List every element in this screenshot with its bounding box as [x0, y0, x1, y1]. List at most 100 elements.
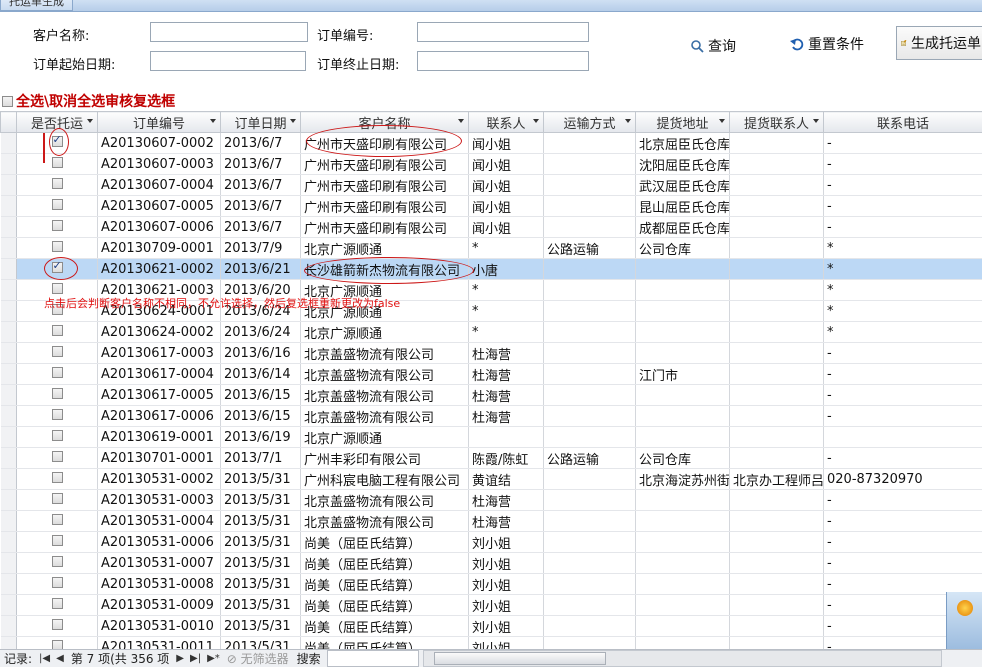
order-no-cell[interactable]: A20130531-0003 — [98, 490, 221, 511]
row-selector[interactable] — [1, 595, 17, 616]
pickup-contact-cell[interactable] — [730, 427, 824, 448]
order-no-cell[interactable]: A20130531-0010 — [98, 616, 221, 637]
transport-cell[interactable] — [544, 343, 636, 364]
table-row[interactable]: A20130701-00012013/7/1广州丰彩印有限公司陈霞/陈虹公路运输… — [1, 448, 982, 469]
col-header-phone[interactable]: 联系电话 — [824, 112, 982, 133]
address-cell[interactable] — [636, 595, 730, 616]
row-selector[interactable] — [1, 238, 17, 259]
consign-checkbox[interactable] — [52, 220, 63, 231]
contact-cell[interactable]: 刘小姐 — [469, 532, 544, 553]
col-header-pickup-contact[interactable]: 提货联系人 — [730, 112, 824, 133]
consign-checkbox[interactable] — [52, 409, 63, 420]
order-date-cell[interactable]: 2013/5/31 — [221, 574, 301, 595]
phone-cell[interactable]: * — [824, 301, 982, 322]
order-date-cell[interactable]: 2013/6/21 — [221, 259, 301, 280]
next-record-icon[interactable]: ▶ — [173, 653, 187, 664]
table-row[interactable]: A20130624-00022013/6/24北京广源顺通** — [1, 322, 982, 343]
query-button[interactable]: 查询 — [690, 36, 736, 56]
phone-cell[interactable]: - — [824, 133, 982, 154]
table-row[interactable]: A20130607-00062013/6/7广州市天盛印刷有限公司闻小姐成都屈臣… — [1, 217, 982, 238]
phone-cell[interactable]: - — [824, 448, 982, 469]
order-no-cell[interactable]: A20130607-0003 — [98, 154, 221, 175]
phone-cell[interactable]: - — [824, 385, 982, 406]
table-row[interactable]: A20130531-00082013/5/31尚美（屈臣氏结算）刘小姐- — [1, 574, 982, 595]
table-row[interactable]: A20130531-00022013/5/31广州科宸电脑工程有限公司黄谊结北京… — [1, 469, 982, 490]
row-selector[interactable] — [1, 343, 17, 364]
table-row[interactable]: A20130619-00012013/6/19北京广源顺通 — [1, 427, 982, 448]
prev-record-icon[interactable]: ◀ — [53, 653, 67, 664]
row-selector[interactable] — [1, 553, 17, 574]
customer-cell[interactable]: 北京广源顺通 — [301, 427, 469, 448]
customer-cell[interactable]: 北京盖盛物流有限公司 — [301, 343, 469, 364]
consign-checkbox[interactable] — [52, 199, 63, 210]
order-date-cell[interactable]: 2013/6/15 — [221, 385, 301, 406]
transport-cell[interactable] — [544, 385, 636, 406]
transport-cell[interactable] — [544, 154, 636, 175]
address-cell[interactable]: 武汉屈臣氏仓库 — [636, 175, 730, 196]
contact-cell[interactable]: 黄谊结 — [469, 469, 544, 490]
order-no-cell[interactable]: A20130621-0002 — [98, 259, 221, 280]
transport-cell[interactable] — [544, 427, 636, 448]
contact-cell[interactable]: 杜海营 — [469, 364, 544, 385]
dropdown-arrow-icon[interactable] — [813, 119, 819, 123]
dropdown-arrow-icon[interactable] — [290, 119, 296, 123]
transport-cell[interactable] — [544, 595, 636, 616]
dropdown-arrow-icon[interactable] — [210, 119, 216, 123]
table-row[interactable]: A20130617-00052013/6/15北京盖盛物流有限公司杜海营- — [1, 385, 982, 406]
customer-cell[interactable]: 北京盖盛物流有限公司 — [301, 406, 469, 427]
end-date-input[interactable] — [417, 51, 589, 71]
search-input[interactable] — [327, 650, 419, 667]
consign-checkbox[interactable] — [52, 535, 63, 546]
transport-cell[interactable] — [544, 511, 636, 532]
order-no-cell[interactable]: A20130531-0002 — [98, 469, 221, 490]
row-selector[interactable] — [1, 469, 17, 490]
order-no-cell[interactable]: A20130624-0002 — [98, 322, 221, 343]
table-row[interactable]: A20130531-00062013/5/31尚美（屈臣氏结算）刘小姐- — [1, 532, 982, 553]
address-cell[interactable]: 成都屈臣氏仓库 — [636, 217, 730, 238]
customer-cell[interactable]: 广州市天盛印刷有限公司 — [301, 175, 469, 196]
address-cell[interactable] — [636, 427, 730, 448]
pickup-contact-cell[interactable] — [730, 259, 824, 280]
consign-checkbox[interactable] — [52, 325, 63, 336]
contact-cell[interactable] — [469, 427, 544, 448]
new-record-icon[interactable]: ▶* — [204, 653, 223, 664]
order-date-cell[interactable]: 2013/5/31 — [221, 553, 301, 574]
pickup-contact-cell[interactable] — [730, 532, 824, 553]
address-cell[interactable] — [636, 343, 730, 364]
pickup-contact-cell[interactable] — [730, 490, 824, 511]
address-cell[interactable]: 公司仓库 — [636, 448, 730, 469]
phone-cell[interactable]: - — [824, 364, 982, 385]
contact-cell[interactable]: 刘小姐 — [469, 616, 544, 637]
row-selector[interactable] — [1, 133, 17, 154]
transport-cell[interactable] — [544, 406, 636, 427]
customer-name-input[interactable] — [150, 22, 308, 42]
contact-cell[interactable]: 杜海营 — [469, 385, 544, 406]
consign-checkbox[interactable] — [52, 451, 63, 462]
row-selector[interactable] — [1, 175, 17, 196]
contact-cell[interactable]: 闻小姐 — [469, 217, 544, 238]
customer-cell[interactable]: 广州丰彩印有限公司 — [301, 448, 469, 469]
address-cell[interactable] — [636, 532, 730, 553]
address-cell[interactable]: 北京屈臣氏仓库 — [636, 133, 730, 154]
table-row[interactable]: A20130617-00032013/6/16北京盖盛物流有限公司杜海营- — [1, 343, 982, 364]
customer-cell[interactable]: 北京盖盛物流有限公司 — [301, 364, 469, 385]
phone-cell[interactable]: 020-87320970 — [824, 469, 982, 490]
row-selector[interactable] — [1, 301, 17, 322]
contact-cell[interactable]: 杜海营 — [469, 511, 544, 532]
pickup-contact-cell[interactable] — [730, 133, 824, 154]
first-record-icon[interactable]: |◀ — [36, 653, 53, 664]
pickup-contact-cell[interactable] — [730, 196, 824, 217]
table-row[interactable]: A20130531-00072013/5/31尚美（屈臣氏结算）刘小姐- — [1, 553, 982, 574]
consign-checkbox[interactable] — [52, 178, 63, 189]
contact-cell[interactable]: * — [469, 301, 544, 322]
table-row[interactable]: A20130531-00032013/5/31北京盖盛物流有限公司杜海营- — [1, 490, 982, 511]
transport-cell[interactable] — [544, 133, 636, 154]
pickup-contact-cell[interactable]: 北京办工程师吕 — [730, 469, 824, 490]
row-selector[interactable] — [1, 448, 17, 469]
transport-cell[interactable] — [544, 574, 636, 595]
table-row[interactable]: A20130607-00032013/6/7广州市天盛印刷有限公司闻小姐沈阳屈臣… — [1, 154, 982, 175]
consign-checkbox[interactable] — [52, 241, 63, 252]
order-no-cell[interactable]: A20130607-0005 — [98, 196, 221, 217]
customer-cell[interactable]: 尚美（屈臣氏结算） — [301, 595, 469, 616]
pickup-contact-cell[interactable] — [730, 154, 824, 175]
